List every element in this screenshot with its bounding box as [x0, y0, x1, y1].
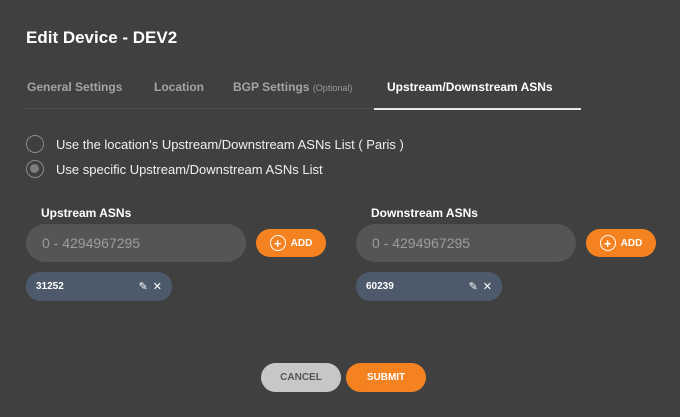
- location-list-option[interactable]: Use the location's Upstream/Downstream A…: [26, 135, 404, 153]
- tab-upstream-downstream-asns[interactable]: Upstream/Downstream ASNs: [387, 80, 553, 94]
- location-list-label: Use the location's Upstream/Downstream A…: [56, 136, 404, 152]
- tab-label: General Settings: [27, 80, 123, 94]
- plus-circle-icon: +: [599, 235, 616, 251]
- pencil-icon[interactable]: ✎: [469, 280, 478, 293]
- location-list-radio[interactable]: [26, 135, 44, 153]
- upstream-asn-input[interactable]: [26, 224, 246, 262]
- upstream-add-button[interactable]: + ADD: [256, 229, 326, 257]
- downstream-add-button[interactable]: + ADD: [586, 229, 656, 257]
- dialog-title: Edit Device - DEV2: [26, 28, 178, 47]
- chip-value: 31252: [36, 281, 64, 292]
- add-label: ADD: [620, 237, 643, 249]
- tab-general-settings[interactable]: General Settings: [27, 80, 122, 94]
- specific-list-option[interactable]: Use specific Upstream/Downstream ASNs Li…: [26, 160, 323, 178]
- tab-bgp-settings[interactable]: BGP Settings (Optional): [233, 80, 352, 94]
- close-icon[interactable]: ✕: [153, 280, 162, 293]
- downstream-asn-chip: 60239 ✎ ✕: [356, 272, 502, 301]
- plus-circle-icon: +: [269, 235, 286, 251]
- downstream-asns-label: Downstream ASNs: [371, 206, 478, 220]
- specific-list-radio[interactable]: [26, 160, 44, 178]
- submit-button[interactable]: SUBMIT: [346, 363, 426, 392]
- tab-label: BGP Settings: [233, 80, 310, 94]
- active-tab-indicator: [374, 108, 581, 110]
- tab-optional-suffix: (Optional): [312, 83, 353, 93]
- upstream-asn-chip: 31252 ✎ ✕: [26, 272, 172, 301]
- specific-list-label: Use specific Upstream/Downstream ASNs Li…: [56, 161, 323, 177]
- close-icon[interactable]: ✕: [483, 280, 492, 293]
- downstream-asn-input[interactable]: [356, 224, 576, 262]
- tab-label: Location: [154, 80, 204, 94]
- tab-bar: General Settings Location BGP Settings (…: [0, 70, 680, 110]
- tab-label: Upstream/Downstream ASNs: [387, 80, 553, 94]
- edit-device-dialog: Edit Device - DEV2 General Settings Loca…: [0, 0, 680, 417]
- tab-location[interactable]: Location: [154, 80, 204, 94]
- chip-value: 60239: [366, 281, 394, 292]
- cancel-button[interactable]: CANCEL: [261, 363, 341, 392]
- upstream-asns-label: Upstream ASNs: [41, 206, 132, 220]
- add-label: ADD: [290, 237, 313, 249]
- pencil-icon[interactable]: ✎: [139, 280, 148, 293]
